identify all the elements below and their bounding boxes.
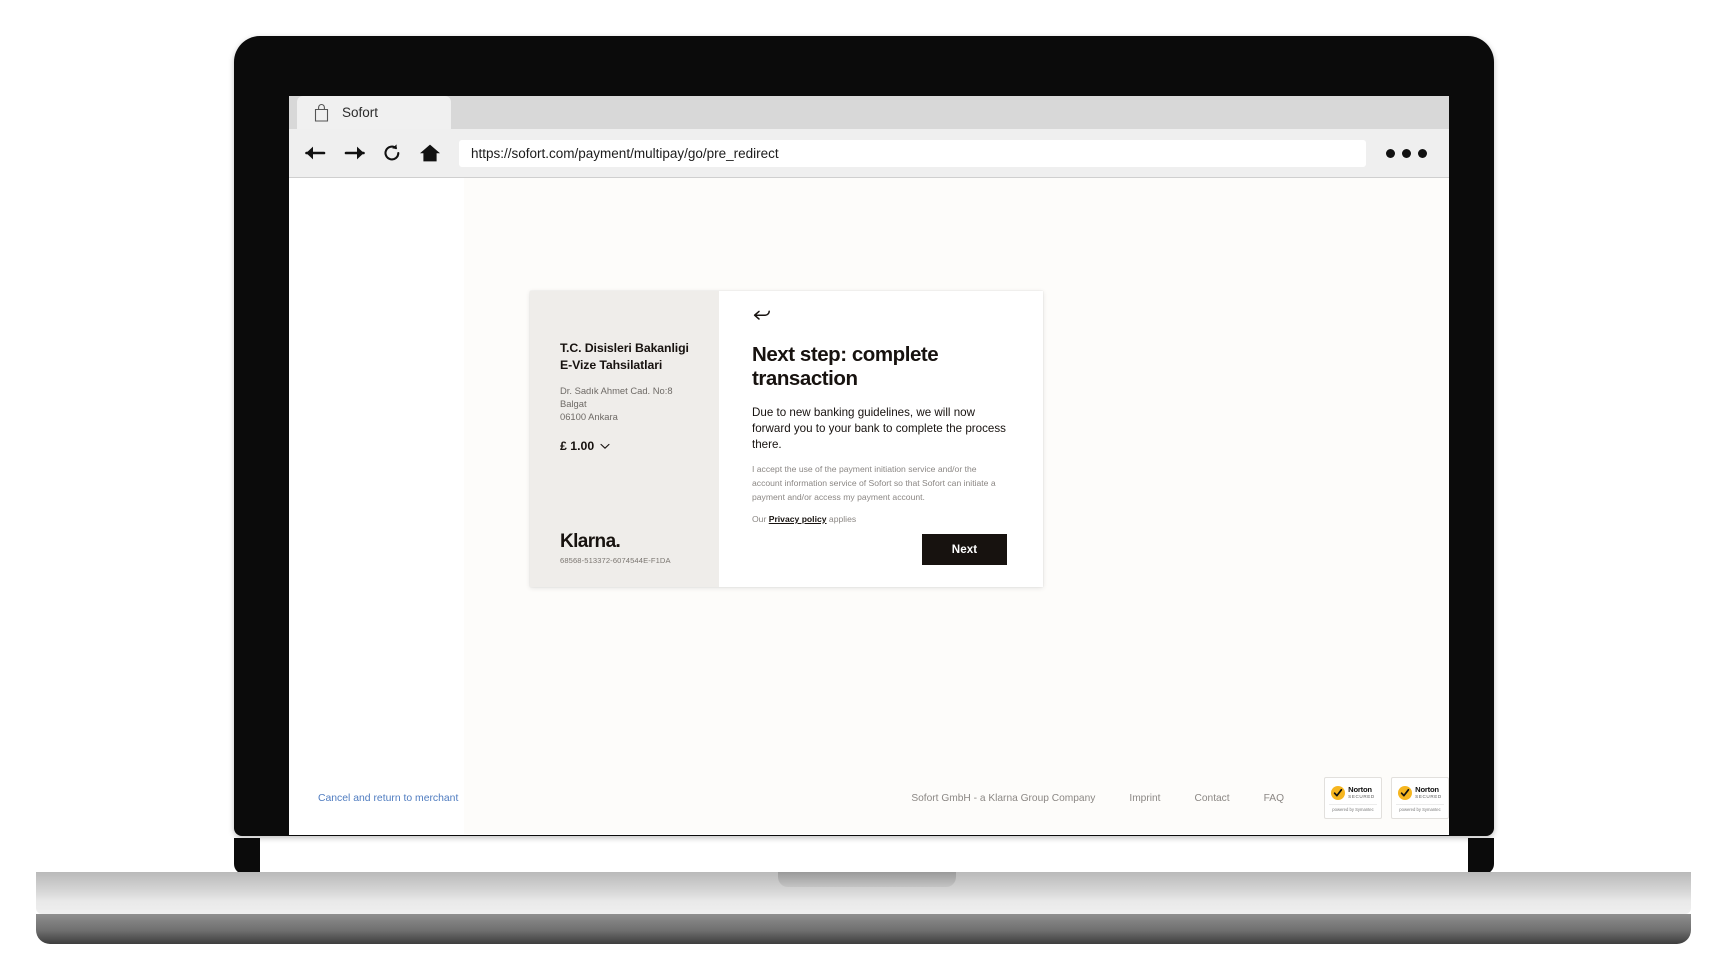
action-row: Next	[752, 534, 1007, 565]
privacy-prefix: Our	[752, 514, 769, 524]
privacy-suffix: applies	[826, 514, 857, 524]
order-amount-toggle[interactable]: £ 1.00	[560, 437, 689, 455]
chevron-down-icon	[600, 437, 610, 455]
klarna-logo: Klarna.	[560, 531, 621, 552]
norton-secured-badge[interactable]: Norton SECURED powered by Symantec	[1324, 777, 1382, 819]
browser-tab-title: Sofort	[342, 105, 379, 120]
norton-wordmark: Norton SECURED	[1415, 786, 1442, 799]
trust-badges: Norton SECURED powered by Symantec Norto…	[1324, 777, 1449, 819]
order-summary-pane: T.C. Disisleri Bakanligi E-Vize Tahsilat…	[530, 291, 719, 587]
checkmark-icon	[1398, 786, 1413, 800]
browser-nav-buttons	[303, 140, 459, 166]
footer-link-faq[interactable]: FAQ	[1264, 793, 1284, 804]
kebab-menu-icon[interactable]	[1378, 148, 1449, 158]
footer-right-group: Sofort GmbH - a Klarna Group Company Imp…	[911, 777, 1449, 819]
lede-text: Due to new banking guidelines, we will n…	[752, 405, 1006, 452]
checkout-card: T.C. Disisleri Bakanligi E-Vize Tahsilat…	[530, 291, 1043, 587]
browser-window: Sofort https://sofort.com/payment/multip…	[289, 96, 1449, 835]
kebab-dot	[1402, 148, 1411, 158]
laptop-hinge-right	[1468, 838, 1494, 874]
norton-name: Norton	[1348, 785, 1372, 795]
page-content: T.C. Disisleri Bakanligi E-Vize Tahsilat…	[289, 178, 1449, 834]
order-amount: £ 1.00	[560, 439, 595, 454]
laptop-hinge-left	[234, 838, 260, 874]
norton-powered-by: powered by Symantec	[1329, 804, 1377, 812]
norton-secured-badge[interactable]: Norton SECURED powered by Symantec	[1391, 777, 1449, 819]
norton-wordmark: Norton SECURED	[1348, 786, 1375, 799]
url-input[interactable]: https://sofort.com/payment/multipay/go/p…	[459, 139, 1366, 167]
laptop-hinge-notch	[778, 872, 956, 887]
browser-toolbar: https://sofort.com/payment/multipay/go/p…	[289, 129, 1449, 178]
merchant-name: T.C. Disisleri Bakanligi E-Vize Tahsilat…	[560, 341, 689, 373]
norton-badge-top: Norton SECURED	[1398, 786, 1442, 800]
footer-link-contact[interactable]: Contact	[1195, 793, 1230, 804]
consent-fineprint: I accept the use of the payment initiati…	[752, 463, 996, 502]
checkmark-icon	[1331, 786, 1346, 800]
footer-company: Sofort GmbH - a Klarna Group Company	[911, 792, 1096, 804]
norton-powered-by: powered by Symantec	[1396, 804, 1444, 812]
page-title: Next step: complete transaction	[752, 343, 939, 390]
next-button[interactable]: Next	[922, 534, 1007, 565]
norton-status: SECURED	[1415, 794, 1442, 799]
norton-badge-top: Norton SECURED	[1331, 786, 1375, 800]
back-arrow-icon[interactable]	[303, 140, 329, 166]
laptop-base-edge	[36, 914, 1691, 944]
footer-link-imprint[interactable]: Imprint	[1129, 793, 1160, 804]
back-return-arrow-icon[interactable]	[752, 307, 772, 327]
page-footer: Cancel and return to merchant Sofort Gmb…	[289, 762, 1449, 834]
transaction-reference: 68568-513372-6074544E-F1DA	[560, 556, 671, 565]
norton-name: Norton	[1415, 785, 1439, 795]
kebab-dot	[1418, 148, 1427, 158]
norton-status: SECURED	[1348, 794, 1375, 799]
merchant-address-line-1: Dr. Sadık Ahmet Cad. No:8 Balgat	[560, 384, 673, 410]
merchant-address: Dr. Sadık Ahmet Cad. No:8 Balgat 06100 A…	[560, 384, 689, 423]
merchant-address-line-2: 06100 Ankara	[560, 411, 618, 423]
home-icon[interactable]	[417, 140, 443, 166]
shopping-bag-icon	[313, 103, 330, 122]
laptop-mockup: Sofort https://sofort.com/payment/multip…	[0, 0, 1727, 970]
brand-block: Klarna. 68568-513372-6074544E-F1DA	[560, 532, 689, 565]
laptop-screen: Sofort https://sofort.com/payment/multip…	[289, 96, 1449, 835]
privacy-policy-link[interactable]: Privacy policy	[769, 514, 827, 524]
next-step-pane: Next step: complete transaction Due to n…	[719, 291, 1043, 587]
browser-tab-bar: Sofort	[289, 96, 1449, 129]
reload-icon[interactable]	[379, 140, 405, 166]
kebab-dot	[1386, 148, 1395, 158]
privacy-policy-line: Our Privacy policy applies	[752, 514, 1007, 524]
cancel-return-link[interactable]: Cancel and return to merchant	[318, 793, 458, 804]
forward-arrow-icon[interactable]	[341, 140, 367, 166]
browser-tab-sofort[interactable]: Sofort	[297, 96, 451, 129]
